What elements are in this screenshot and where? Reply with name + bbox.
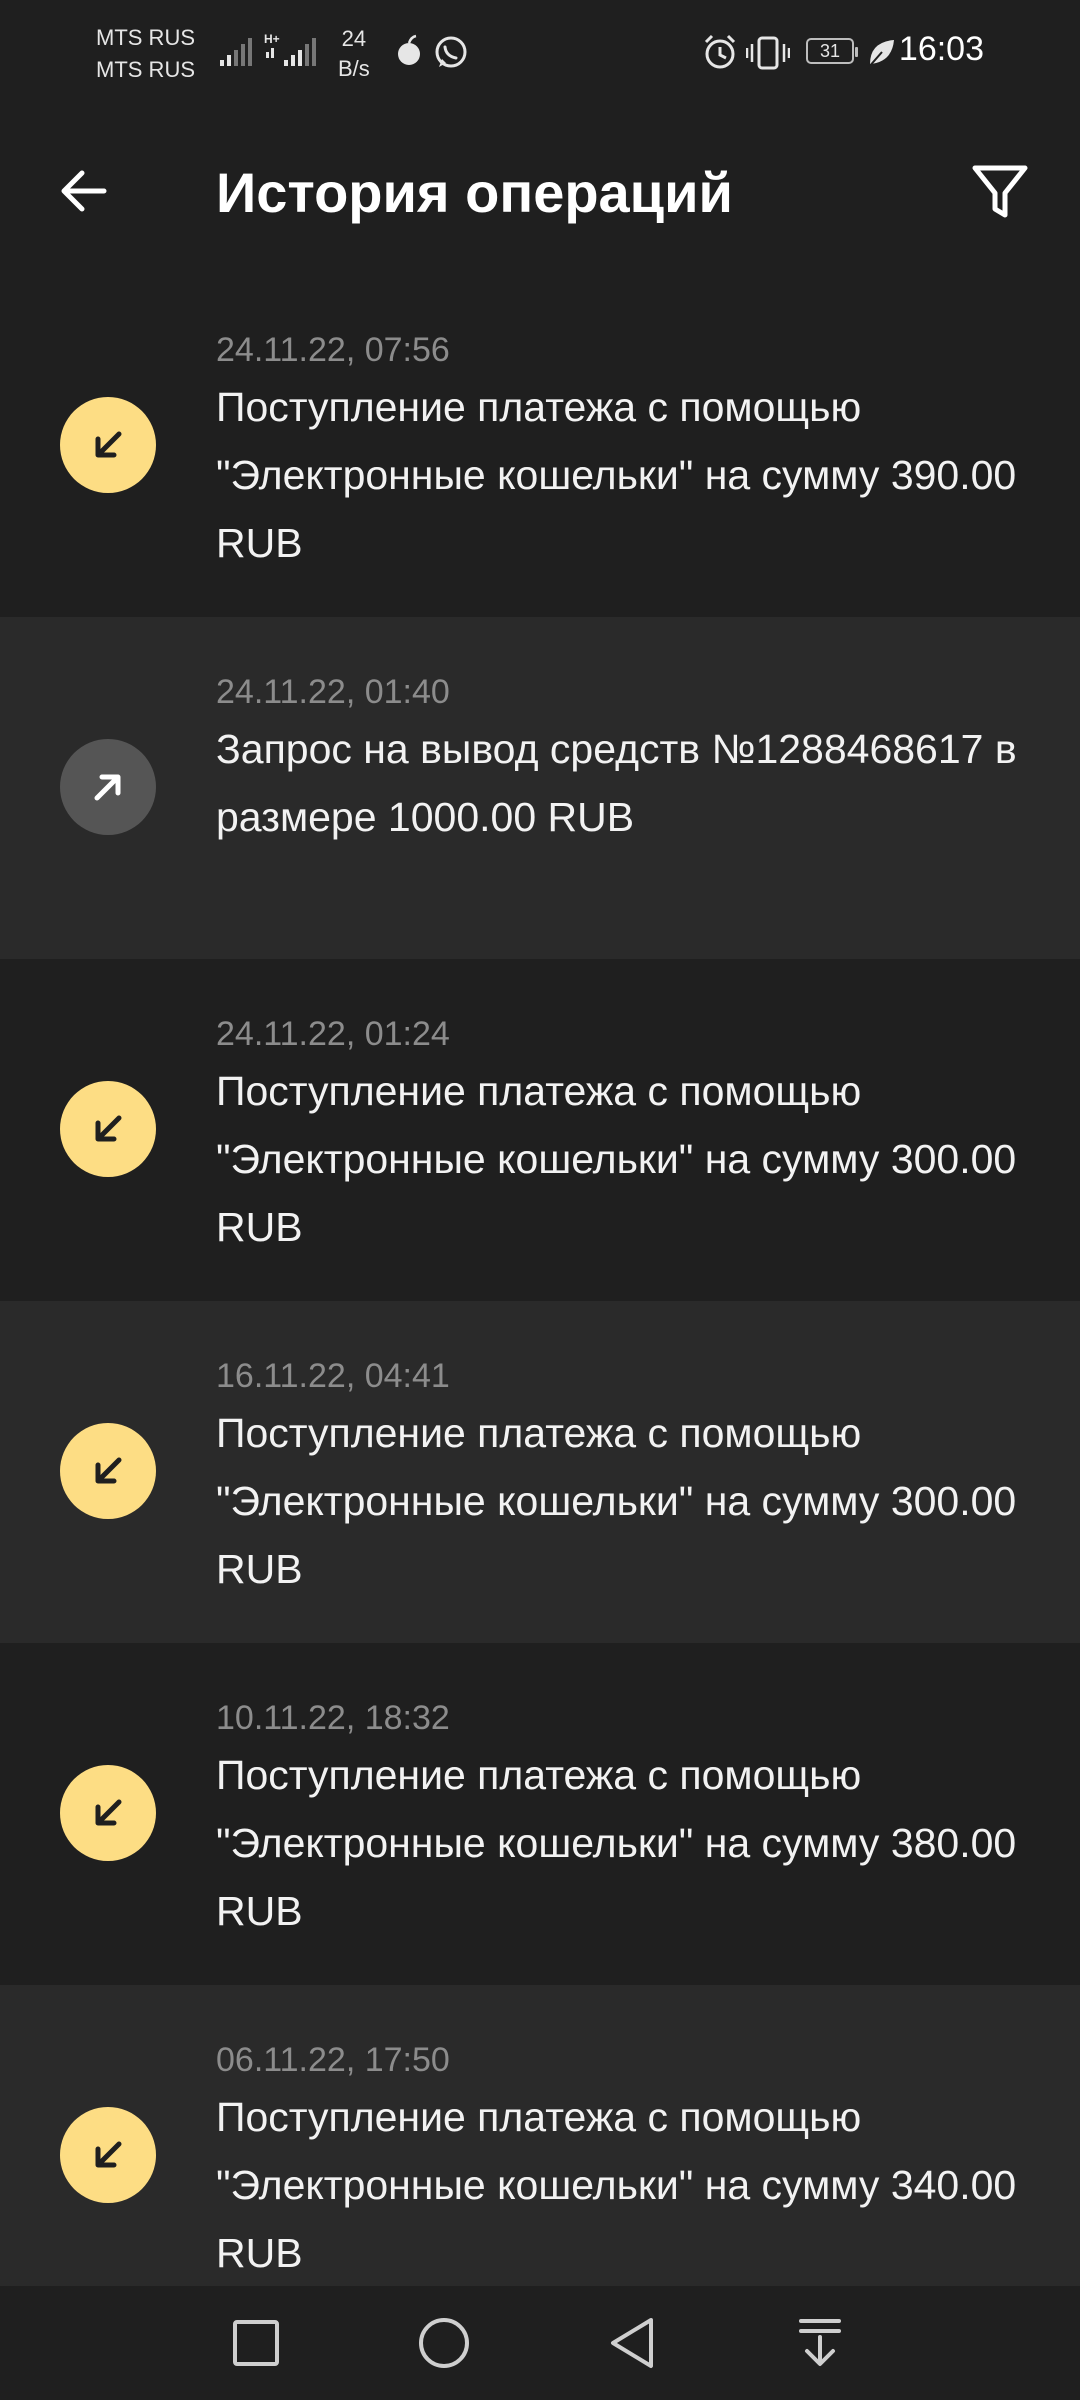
svg-text:H+: H+ — [264, 32, 280, 46]
arrow-down-left-icon — [95, 1115, 122, 1142]
recent-apps-icon — [233, 2320, 279, 2366]
whatsapp-icon — [435, 36, 467, 68]
filter-icon — [972, 165, 1028, 218]
incoming-transaction-icon — [60, 1423, 156, 1519]
transaction-date: 24.11.22, 07:56 — [216, 331, 450, 369]
transaction-description: Поступление платежа с помощью "Электронн… — [216, 2094, 1017, 2276]
transaction-date: 16.11.22, 04:41 — [216, 1357, 450, 1395]
arrow-down-left-icon — [95, 431, 122, 458]
transaction-description: Поступление платежа с помощью "Электронн… — [216, 1410, 1017, 1592]
status-bar: MTS RUS MTS RUS H+ 24 B/s 31 16:03 — [0, 0, 1080, 105]
nav-back-button[interactable] — [600, 2311, 664, 2375]
incoming-transaction-icon — [60, 1081, 156, 1177]
transaction-description: Поступление платежа с помощью "Электронн… — [216, 384, 1017, 566]
app-bar: История операций — [0, 105, 1080, 275]
notification-pull-icon — [799, 2319, 841, 2366]
transaction-item[interactable]: 10.11.22, 18:32 Поступление платежа с по… — [0, 1643, 1080, 1985]
home-icon — [419, 2318, 469, 2368]
battery-icon: 31 — [806, 38, 858, 64]
recent-apps-button[interactable] — [224, 2311, 288, 2375]
transaction-date: 06.11.22, 17:50 — [216, 2041, 450, 2079]
signal-strength-icon — [220, 38, 252, 66]
transaction-date: 24.11.22, 01:40 — [216, 673, 450, 711]
back-icon — [611, 2318, 653, 2368]
app-notification-icon — [398, 34, 420, 65]
arrow-down-left-icon — [95, 1457, 122, 1484]
transaction-description: Поступление платежа с помощью "Электронн… — [216, 1068, 1017, 1250]
transaction-description: Поступление платежа с помощью "Электронн… — [216, 1752, 1017, 1934]
transaction-item[interactable]: 16.11.22, 04:41 Поступление платежа с по… — [0, 1301, 1080, 1643]
battery-level: 31 — [819, 41, 841, 61]
arrow-down-left-icon — [95, 1799, 122, 1826]
carrier-1: MTS RUS — [96, 25, 195, 50]
system-nav-bar — [0, 2286, 1080, 2400]
incoming-transaction-icon — [60, 397, 156, 493]
transactions-list: 24.11.22, 07:56 Поступление платежа с по… — [0, 275, 1080, 2297]
transaction-description: Запрос на вывод средств №1288468617 в ра… — [216, 726, 1017, 840]
incoming-transaction-icon — [60, 1765, 156, 1861]
alarm-icon — [704, 34, 736, 69]
notification-pull-button[interactable] — [788, 2311, 852, 2375]
page-title: История операций — [216, 161, 733, 224]
transaction-item[interactable]: 24.11.22, 01:24 Поступление платежа с по… — [0, 959, 1080, 1301]
clock: 16:03 — [898, 30, 984, 68]
carrier-names: MTS RUS MTS RUS — [96, 22, 195, 86]
signal-strength-hplus-icon: H+ — [264, 32, 316, 66]
transaction-date: 10.11.22, 18:32 — [216, 1699, 450, 1737]
carrier-2: MTS RUS — [96, 57, 195, 82]
transaction-date: 24.11.22, 01:24 — [216, 1015, 450, 1053]
home-button[interactable] — [412, 2311, 476, 2375]
arrow-left-icon — [61, 170, 107, 212]
arrow-up-right-icon — [94, 774, 121, 801]
network-speed: 24 B/s — [338, 26, 370, 81]
vibrate-icon — [746, 36, 790, 70]
transaction-item[interactable]: 24.11.22, 01:40 Запрос на вывод средств … — [0, 617, 1080, 959]
arrow-down-left-icon — [95, 2141, 122, 2168]
transaction-item[interactable]: 24.11.22, 07:56 Поступление платежа с по… — [0, 275, 1080, 617]
transaction-item[interactable]: 06.11.22, 17:50 Поступление платежа с по… — [0, 1985, 1080, 2297]
filter-button[interactable] — [956, 147, 1044, 235]
outgoing-transaction-icon — [60, 739, 156, 835]
leaf-icon — [867, 40, 894, 69]
back-button[interactable] — [40, 147, 128, 235]
incoming-transaction-icon — [60, 2107, 156, 2203]
